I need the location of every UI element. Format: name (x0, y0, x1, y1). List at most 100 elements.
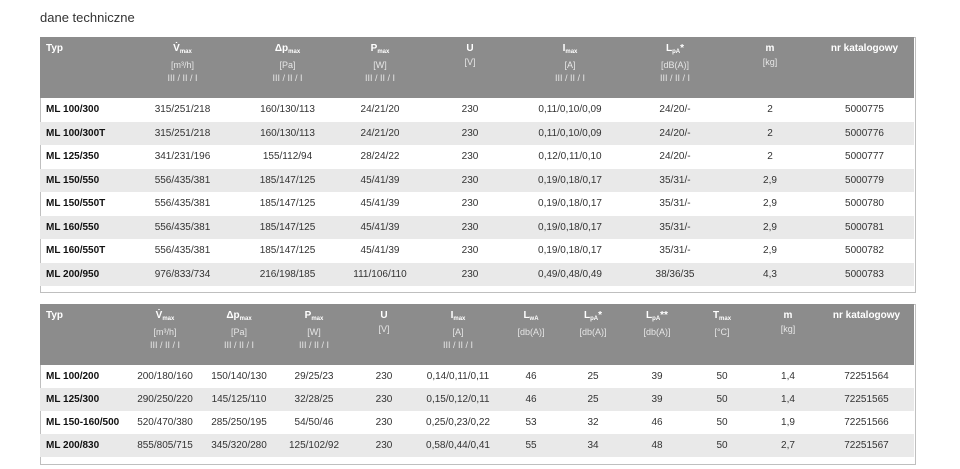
table-cell: 0,49/0,48/0,49 (515, 262, 625, 286)
table1-header-cell: Pmax [W] III / II / I (335, 37, 425, 98)
row-type-cell: ML 150-160/500 (46, 417, 120, 428)
table-cell: 24/20/- (625, 121, 725, 145)
table-cell: 5000776 (815, 121, 914, 145)
table-cell: 0,19/0,18/0,17 (538, 198, 602, 210)
table-cell: 45/41/39 (360, 245, 400, 257)
header-subscript: pA (672, 49, 681, 55)
table-cell: 976/833/734 (125, 262, 240, 286)
table-cell: 32/28/25 (273, 388, 355, 411)
header-subscript: max (179, 49, 192, 55)
table-cell: 50 (716, 371, 728, 382)
table2-header-cell: Imax [A] III / II / I (413, 304, 503, 365)
row-type-cell: ML 125/300 (40, 388, 125, 411)
table-cell: 230 (375, 371, 393, 382)
table-cell: 28/24/22 (360, 151, 400, 163)
table1-body: ML 100/300 315/251/218 160/130/113 24/21/20… (40, 98, 914, 286)
header-mode: III / II / I (149, 340, 180, 350)
table-row: ML 100/300T 315/251/218 160/130/113 24/21/2… (40, 121, 914, 145)
table-cell: 1,4 (757, 388, 819, 411)
header-mode: III / II / I (442, 340, 473, 350)
table-cell: 315/251/218 (154, 104, 211, 116)
table2-body: ML 100/200 200/180/160 150/140/130 29/25/23… (40, 365, 914, 457)
table-cell: 34 (559, 434, 627, 457)
table-cell: 35/31/- (659, 198, 691, 210)
header-subscript: max (162, 316, 175, 322)
header-subscript: max (288, 49, 301, 55)
header-unit: [W] (307, 327, 321, 337)
table-cell: 216/198/185 (240, 262, 335, 286)
table-cell: 341/231/196 (154, 151, 211, 163)
table-cell: 24/21/20 (335, 121, 425, 145)
table-cell: 230 (461, 104, 479, 116)
table-cell: 2,9 (725, 215, 815, 239)
table-row: ML 150-160/500 520/470/380 285/250/195 54/5… (40, 411, 914, 434)
table-cell: 45/41/39 (335, 168, 425, 192)
table1-header-cell: LpA* [dB(A)] III / II / I (625, 37, 725, 98)
table2-header-cell: Typ (40, 304, 125, 365)
technical-data-table-2: Typ V̇max [m³/h] III / II / I Δpmax [Pa] III /… (40, 304, 914, 457)
row-type-cell: ML 200/830 (40, 434, 125, 457)
table-cell: 230 (461, 151, 479, 163)
table-row: ML 125/350 341/231/196 155/112/94 28/24/22 2… (40, 145, 914, 169)
table-cell: 1,4 (781, 371, 795, 382)
table2-header: Typ V̇max [m³/h] III / II / I Δpmax [Pa] III /… (40, 304, 914, 365)
table-row: ML 125/300 290/250/220 145/125/110 32/28/25… (40, 388, 914, 411)
table-cell: 5000781 (815, 215, 914, 239)
table-cell: 32 (587, 417, 599, 428)
row-type-cell: ML 100/300 (46, 104, 100, 116)
header-subscript: max (453, 316, 466, 322)
table-cell: 230 (375, 417, 393, 428)
header-subscript: max (311, 316, 324, 322)
table-cell: 24/20/- (659, 151, 691, 163)
header-label: Δp (226, 310, 240, 321)
table1-header-cell: Typ (40, 37, 125, 98)
header-label: Δp (274, 43, 289, 54)
table-cell: 25 (559, 388, 627, 411)
table-cell: 2,9 (725, 168, 815, 192)
table-cell: 556/435/381 (125, 168, 240, 192)
table-row: ML 200/950 976/833/734 216/198/185 111/106/… (40, 262, 914, 286)
technical-data-table-1: Typ V̇max [m³/h] III / II / I Δpmax [Pa] III /… (40, 37, 914, 286)
table2-header-cell: Δpmax [Pa] III / II / I (205, 304, 273, 365)
table-cell: 24/20/- (659, 104, 691, 116)
table-cell: 24/21/20 (360, 104, 400, 116)
header-unit: [°C] (714, 327, 730, 337)
table-cell: 230 (355, 388, 413, 411)
table-row: ML 100/200 200/180/160 150/140/130 29/25/23… (40, 365, 914, 388)
table-cell: 55 (503, 434, 559, 457)
header-label: m (765, 43, 775, 54)
table-cell: 285/250/195 (211, 417, 267, 428)
header-mode: III / II / I (298, 340, 329, 350)
header-unit: [A] (452, 327, 464, 337)
table-cell: 4,3 (725, 262, 815, 286)
table-cell: 5000780 (845, 198, 884, 210)
table-cell: 72251567 (819, 434, 914, 457)
header-mode: III / II / I (167, 73, 198, 83)
table-cell: 35/31/- (625, 168, 725, 192)
header-label: nr katalogowy (830, 43, 899, 54)
row-type-cell: ML 160/550T (46, 245, 106, 257)
table-cell: 48 (627, 434, 687, 457)
header-mode: III / II / I (272, 73, 303, 83)
table-cell: 230 (461, 198, 479, 210)
table-cell: 2,7 (757, 434, 819, 457)
table-cell: 46 (651, 417, 663, 428)
table1-header-cell: Imax [A] III / II / I (515, 37, 625, 98)
table-cell: 125/102/92 (273, 434, 355, 457)
table-cell: 230 (461, 245, 479, 257)
table-row: ML 160/550T 556/435/381 185/147/125 45/41/3… (40, 239, 914, 263)
table-cell: 520/470/380 (137, 417, 193, 428)
table-cell: 5000782 (845, 245, 884, 257)
table-cell: 185/147/125 (259, 245, 316, 257)
table-cell: 0,15/0,12/0,11 (413, 388, 503, 411)
table-cell: 5000779 (815, 168, 914, 192)
table-cell: 0,11/0,10/0,09 (538, 104, 602, 116)
table-cell: 111/106/110 (335, 262, 425, 286)
table-cell: 150/140/130 (211, 371, 267, 382)
header-subscript: pA (652, 316, 661, 322)
table-cell: 556/435/381 (125, 215, 240, 239)
table-cell: 2,9 (763, 198, 777, 210)
table-row: ML 200/830 855/805/715 345/320/280 125/102/… (40, 434, 914, 457)
table1-header-cell: nr katalogowy (815, 37, 914, 98)
table-cell: 72251564 (844, 371, 889, 382)
